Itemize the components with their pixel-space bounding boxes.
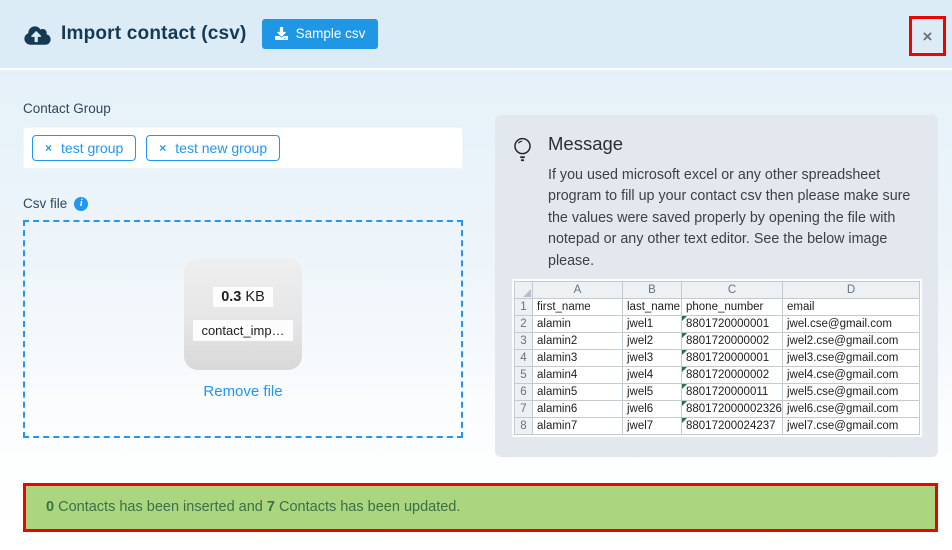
remove-tag-icon[interactable]: × xyxy=(159,142,166,154)
sample-csv-label: Sample csv xyxy=(296,26,366,41)
updated-text: Contacts has been updated. xyxy=(275,499,460,515)
spreadsheet-row: 3alamin2jwel28801720000002jwel2.cse@gmai… xyxy=(515,333,920,350)
message-panel: Message If you used microsoft excel or a… xyxy=(495,115,938,457)
sample-csv-button[interactable]: Sample csv xyxy=(262,19,379,49)
spreadsheet-row: 5alamin4jwel48801720000002jwel4.cse@gmai… xyxy=(515,367,920,384)
import-form: Contact Group × test group × test new gr… xyxy=(23,100,463,457)
message-column: Message If you used microsoft excel or a… xyxy=(495,100,938,457)
updated-count: 7 xyxy=(267,499,275,515)
modal-header: Import contact (csv) Sample csv × xyxy=(0,0,952,70)
import-result-alert: 0 Contacts has been inserted and 7 Conta… xyxy=(23,483,938,532)
file-size-unit: KB xyxy=(241,289,264,305)
tag-test-new-group: × test new group xyxy=(146,135,280,161)
spreadsheet-row: 1first_namelast_namephone_numberemail xyxy=(515,299,920,316)
inserted-count: 0 xyxy=(46,499,54,515)
spreadsheet-row: 7alamin6jwel6880172000002326jwel6.cse@gm… xyxy=(515,401,920,418)
remove-tag-icon[interactable]: × xyxy=(45,142,52,154)
cloud-upload-icon xyxy=(24,25,51,46)
csv-dropzone[interactable]: 0.3 KB contact_imp… Remove file xyxy=(23,220,463,438)
csv-file-label: Csv file xyxy=(23,196,67,211)
file-preview-card: 0.3 KB contact_imp… xyxy=(184,258,302,370)
tag-label: test new group xyxy=(175,140,267,156)
spreadsheet-image: ABCD1first_namelast_namephone_numberemai… xyxy=(512,279,922,437)
tag-test-group: × test group xyxy=(32,135,136,161)
file-name: contact_imp… xyxy=(193,320,292,341)
contact-group-select[interactable]: × test group × test new group xyxy=(23,127,463,169)
tag-label: test group xyxy=(61,140,123,156)
contact-group-label: Contact Group xyxy=(23,101,111,116)
page-title: Import contact (csv) xyxy=(61,23,247,45)
modal-body: Contact Group × test group × test new gr… xyxy=(0,70,952,550)
spreadsheet-row: 4alamin3jwel38801720000001jwel3.cse@gmai… xyxy=(515,350,920,367)
close-icon: × xyxy=(923,28,933,45)
file-size-value: 0.3 xyxy=(221,289,241,305)
spreadsheet-row: 6alamin5jwel58801720000011jwel5.cse@gmai… xyxy=(515,384,920,401)
message-content: Message If you used microsoft excel or a… xyxy=(548,133,922,437)
remove-file-link[interactable]: Remove file xyxy=(203,383,282,400)
lightbulb-icon xyxy=(512,136,533,165)
spreadsheet-row: 8alamin7jwel788017200024237jwel7.cse@gma… xyxy=(515,418,920,435)
file-size: 0.3 KB xyxy=(213,287,273,307)
spreadsheet-row: 2alaminjwel18801720000001jwel.cse@gmail.… xyxy=(515,316,920,333)
spreadsheet-header-row: ABCD xyxy=(515,282,920,299)
close-button[interactable]: × xyxy=(909,16,946,56)
message-body: If you used microsoft excel or any other… xyxy=(548,165,922,272)
info-icon[interactable]: i xyxy=(74,197,88,211)
message-title: Message xyxy=(548,133,922,155)
download-icon xyxy=(275,27,288,40)
excel-table: ABCD1first_namelast_namephone_numberemai… xyxy=(514,281,920,435)
inserted-text: Contacts has been inserted and xyxy=(54,499,267,515)
